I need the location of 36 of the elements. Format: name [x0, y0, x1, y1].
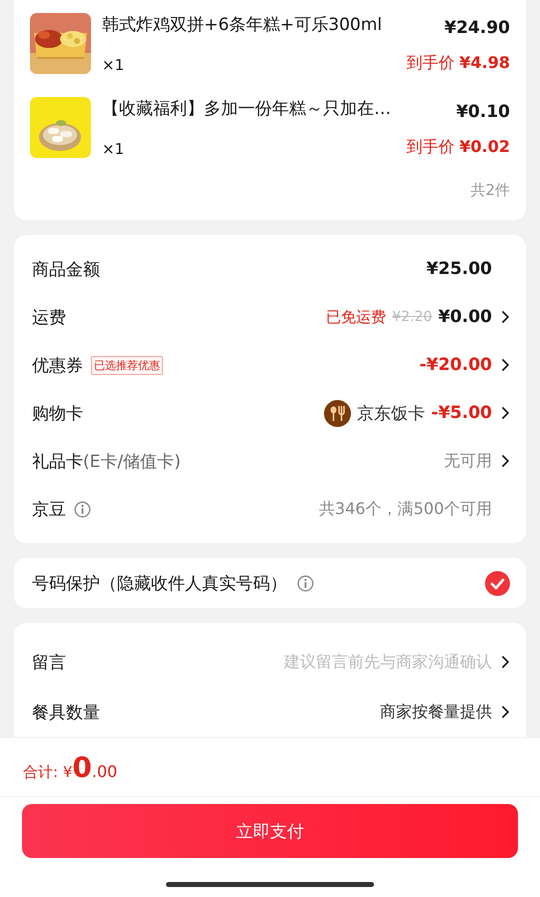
row-value: ¥0.00 — [438, 307, 492, 327]
total-amount: 合计: ¥0.00 — [23, 750, 118, 784]
final-price: 到手价 ¥0.02 — [406, 137, 510, 158]
card-name: 京东饭卡 — [357, 402, 426, 424]
info-icon[interactable] — [74, 500, 91, 518]
coupon-tag: 已选推荐优惠 — [91, 356, 163, 374]
product-price: ¥0.10 — [456, 102, 510, 122]
option-label: 留言 — [32, 652, 67, 674]
final-price: 到手价 ¥4.98 — [406, 53, 510, 74]
item-count: 共2件 — [470, 181, 510, 200]
row-sublabel: (E卡/储值卡) — [83, 450, 181, 472]
product-price: ¥24.90 — [444, 18, 510, 38]
option-label: 餐具数量 — [32, 702, 101, 724]
row-value: ¥25.00 — [426, 259, 492, 279]
row-value: 共346个，满500个可用 — [318, 498, 492, 520]
row-label: 商品金额 — [32, 258, 100, 280]
privacy-label: 号码保护（隐藏收件人真实号码） — [32, 572, 287, 594]
row-value: ¥2.20 — [392, 309, 432, 325]
product-quantity: ×1 — [102, 56, 126, 74]
row-value: -¥20.00 — [419, 355, 492, 375]
checked-icon[interactable] — [485, 570, 510, 596]
row-label: 京豆 — [32, 498, 66, 520]
row-value: 已免运费 — [326, 308, 386, 326]
row-label: 优惠券 — [32, 354, 83, 376]
row-label: 运费 — [32, 306, 66, 328]
row-value: 无可用 — [444, 450, 492, 472]
row-value: -¥5.00 — [431, 403, 492, 423]
option-value[interactable]: 商家按餐量提供 — [380, 702, 492, 722]
row-label: 购物卡 — [32, 402, 83, 424]
product-quantity: ×1 — [102, 140, 126, 158]
product-title[interactable]: 【收藏福利】多加一份年糕～只加在… — [102, 97, 396, 121]
info-icon[interactable] — [297, 574, 314, 592]
row-label: 礼品卡 — [32, 450, 83, 472]
pay-button[interactable]: 立即支付 — [22, 804, 518, 858]
product-title[interactable]: 韩式炸鸡双拼+6条年糕+可乐300ml — [102, 13, 396, 37]
utensils-icon — [324, 400, 352, 426]
